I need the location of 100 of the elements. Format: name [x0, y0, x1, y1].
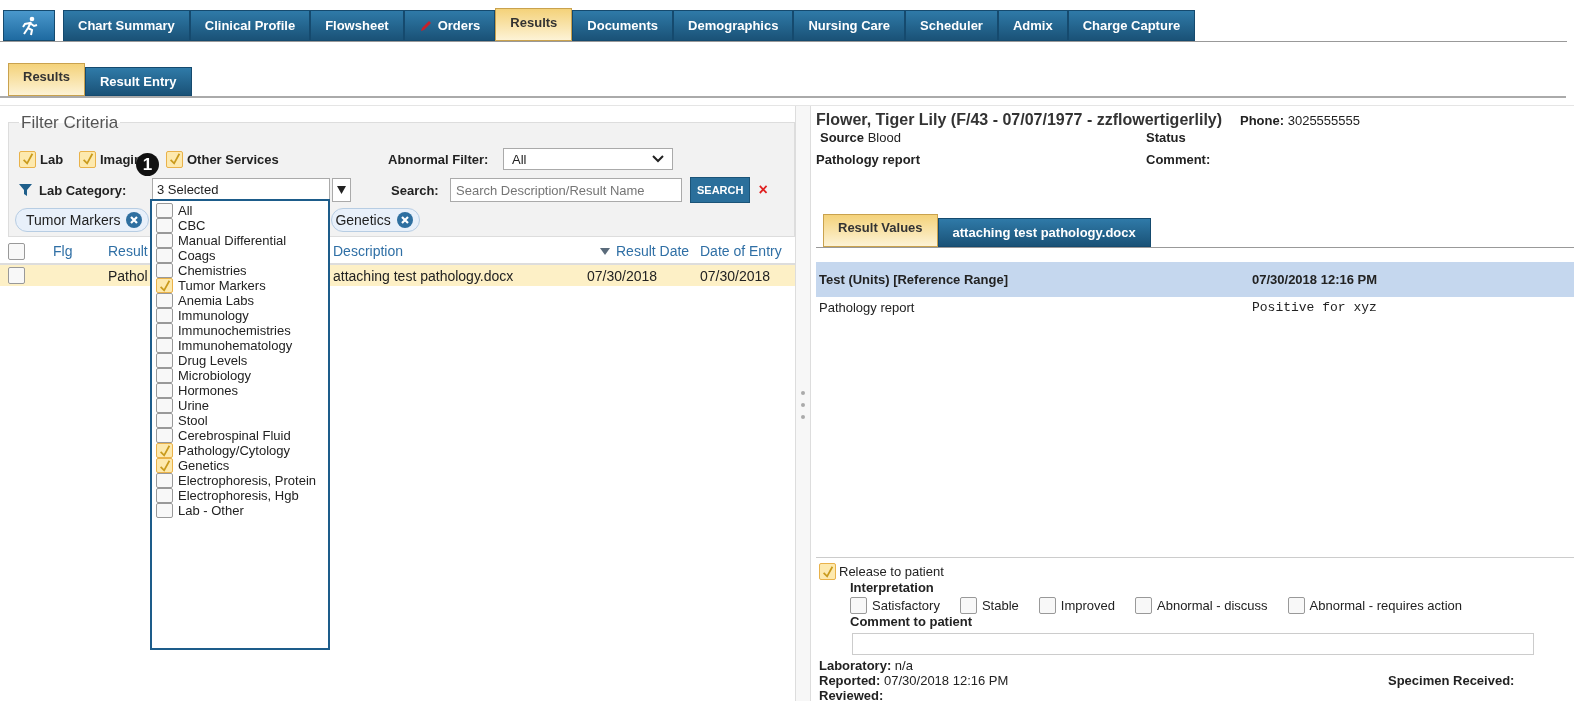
- select-all-checkbox[interactable]: [8, 242, 25, 260]
- option-checkbox[interactable]: [156, 503, 173, 518]
- result-tab[interactable]: attaching test pathology.docx: [937, 218, 1151, 247]
- abnormal-filter-select[interactable]: All: [503, 148, 673, 170]
- category-option[interactable]: Drug Levels: [178, 353, 248, 368]
- category-option[interactable]: Immunology: [178, 308, 249, 323]
- remove-icon[interactable]: [396, 212, 413, 228]
- table-cell-text: 07/30/2018: [587, 267, 659, 284]
- option-checkbox[interactable]: [156, 278, 173, 293]
- category-option[interactable]: Lab - Other: [178, 503, 244, 518]
- category-option[interactable]: Stool: [178, 413, 208, 428]
- sub-tab[interactable]: Results: [8, 63, 85, 96]
- splitter-handle-icon[interactable]: [801, 389, 805, 420]
- interpretation-checkbox[interactable]: [1038, 597, 1056, 614]
- nav-tab[interactable]: Orders: [403, 10, 496, 41]
- column-header: 07/30/2018 12:16 PM: [1252, 272, 1379, 287]
- clear-button[interactable]: ×: [750, 181, 776, 199]
- category-option[interactable]: Genetics: [178, 458, 230, 473]
- result-tab[interactable]: Result Values: [823, 214, 938, 247]
- nav-tab[interactable]: Chart Summary: [63, 10, 190, 41]
- table-cell-text: attaching test pathology.docx: [333, 267, 515, 284]
- search-field[interactable]: Search Description/Result Name: [450, 178, 682, 202]
- option-checkbox[interactable]: [156, 398, 173, 413]
- sub-tab[interactable]: Result Entry: [84, 67, 192, 96]
- category-option[interactable]: Chemistries: [178, 263, 247, 278]
- reviewed-label: Reviewed:: [819, 688, 884, 701]
- category-option[interactable]: Urine: [178, 398, 210, 413]
- reported-value: 07/30/2018 12:16 PM: [884, 673, 1009, 688]
- category-option[interactable]: Coags: [178, 248, 216, 263]
- row-checkbox[interactable]: [8, 267, 25, 284]
- filter-icon: [19, 184, 32, 196]
- category-option[interactable]: Electrophoresis, Hgb: [178, 488, 299, 503]
- category-option[interactable]: Manual Differential: [178, 233, 287, 248]
- specimen-received-label: Specimen Received:: [1388, 673, 1515, 688]
- nav-tab[interactable]: Nursing Care: [793, 10, 906, 41]
- category-option[interactable]: Microbiology: [178, 368, 251, 383]
- option-checkbox[interactable]: [156, 443, 173, 458]
- service-checkbox[interactable]: [79, 150, 96, 168]
- interpretation-checkbox[interactable]: [1287, 597, 1305, 614]
- category-option[interactable]: Electrophoresis, Protein: [178, 473, 316, 488]
- phone-number: 3025555555: [1287, 113, 1360, 128]
- nav-tab[interactable]: Flowsheet: [310, 10, 404, 41]
- option-checkbox[interactable]: [156, 338, 173, 353]
- interpretation-checkbox[interactable]: [959, 597, 977, 614]
- reported-label: Reported:: [819, 673, 881, 688]
- column-header[interactable]: Description: [333, 243, 587, 259]
- search-button[interactable]: SEARCH: [690, 177, 751, 203]
- interpretation-checkbox[interactable]: [850, 597, 867, 614]
- abnormal-filter-label: Abnormal Filter:: [388, 151, 490, 167]
- category-option[interactable]: Anemia Labs: [178, 293, 254, 308]
- column-header[interactable]: Date of Entry: [700, 243, 795, 259]
- option-checkbox[interactable]: [156, 428, 173, 443]
- service-checkbox[interactable]: [19, 150, 36, 168]
- remove-icon[interactable]: [126, 212, 143, 228]
- category-option[interactable]: CBC: [178, 218, 206, 233]
- category-option[interactable]: Immunohematology: [178, 338, 293, 353]
- table-cell-text: 07/30/2018: [700, 267, 772, 284]
- checkbox-label: Other Services: [187, 151, 279, 167]
- option-checkbox[interactable]: [156, 233, 173, 248]
- nav-tab[interactable]: Documents: [572, 10, 674, 41]
- option-checkbox[interactable]: [156, 293, 173, 308]
- option-checkbox[interactable]: [156, 308, 173, 323]
- comment-label: Comment:: [1146, 152, 1211, 167]
- checkbox-label: Stable: [981, 598, 1019, 613]
- nav-tab[interactable]: Charge Capture: [1067, 10, 1196, 41]
- service-checkbox[interactable]: [166, 150, 183, 168]
- column-header[interactable]: Flg: [53, 243, 108, 259]
- option-checkbox[interactable]: [156, 488, 173, 503]
- category-option[interactable]: Immunochemistries: [178, 323, 291, 338]
- source-label: Source: [820, 130, 865, 145]
- category-option[interactable]: Pathology/Cytology: [178, 443, 290, 458]
- category-option[interactable]: Hormones: [178, 383, 238, 398]
- nav-tab[interactable]: Results: [495, 8, 573, 41]
- interpretation-checkbox[interactable]: [1135, 597, 1152, 614]
- option-checkbox[interactable]: [156, 368, 173, 383]
- option-checkbox[interactable]: [156, 413, 173, 428]
- patient-button[interactable]: [3, 10, 55, 41]
- option-checkbox[interactable]: [156, 248, 173, 263]
- release-checkbox[interactable]: [819, 563, 836, 580]
- lab-category-field[interactable]: 3 Selected: [152, 178, 330, 202]
- option-checkbox[interactable]: [156, 458, 173, 473]
- option-checkbox[interactable]: [156, 353, 173, 368]
- checkbox-label: Abnormal - discuss: [1157, 598, 1268, 613]
- dropdown-button[interactable]: [332, 178, 351, 202]
- category-option[interactable]: All: [178, 203, 193, 218]
- option-checkbox[interactable]: [156, 263, 173, 278]
- category-option[interactable]: Cerebrospinal Fluid: [178, 428, 291, 443]
- nav-tab[interactable]: Admix: [997, 10, 1068, 41]
- option-checkbox[interactable]: [156, 218, 173, 233]
- option-checkbox[interactable]: [156, 323, 173, 338]
- nav-tab[interactable]: Demographics: [673, 10, 794, 41]
- option-checkbox[interactable]: [156, 473, 173, 488]
- column-header[interactable]: Result Date: [587, 243, 700, 259]
- option-checkbox[interactable]: [156, 203, 173, 218]
- option-checkbox[interactable]: [156, 383, 173, 398]
- phone-label: Phone:: [1240, 113, 1285, 128]
- comment-field[interactable]: [852, 633, 1534, 655]
- nav-tab[interactable]: Scheduler: [905, 10, 998, 41]
- nav-tab[interactable]: Clinical Profile: [189, 10, 311, 41]
- search-label: Search:: [391, 182, 440, 198]
